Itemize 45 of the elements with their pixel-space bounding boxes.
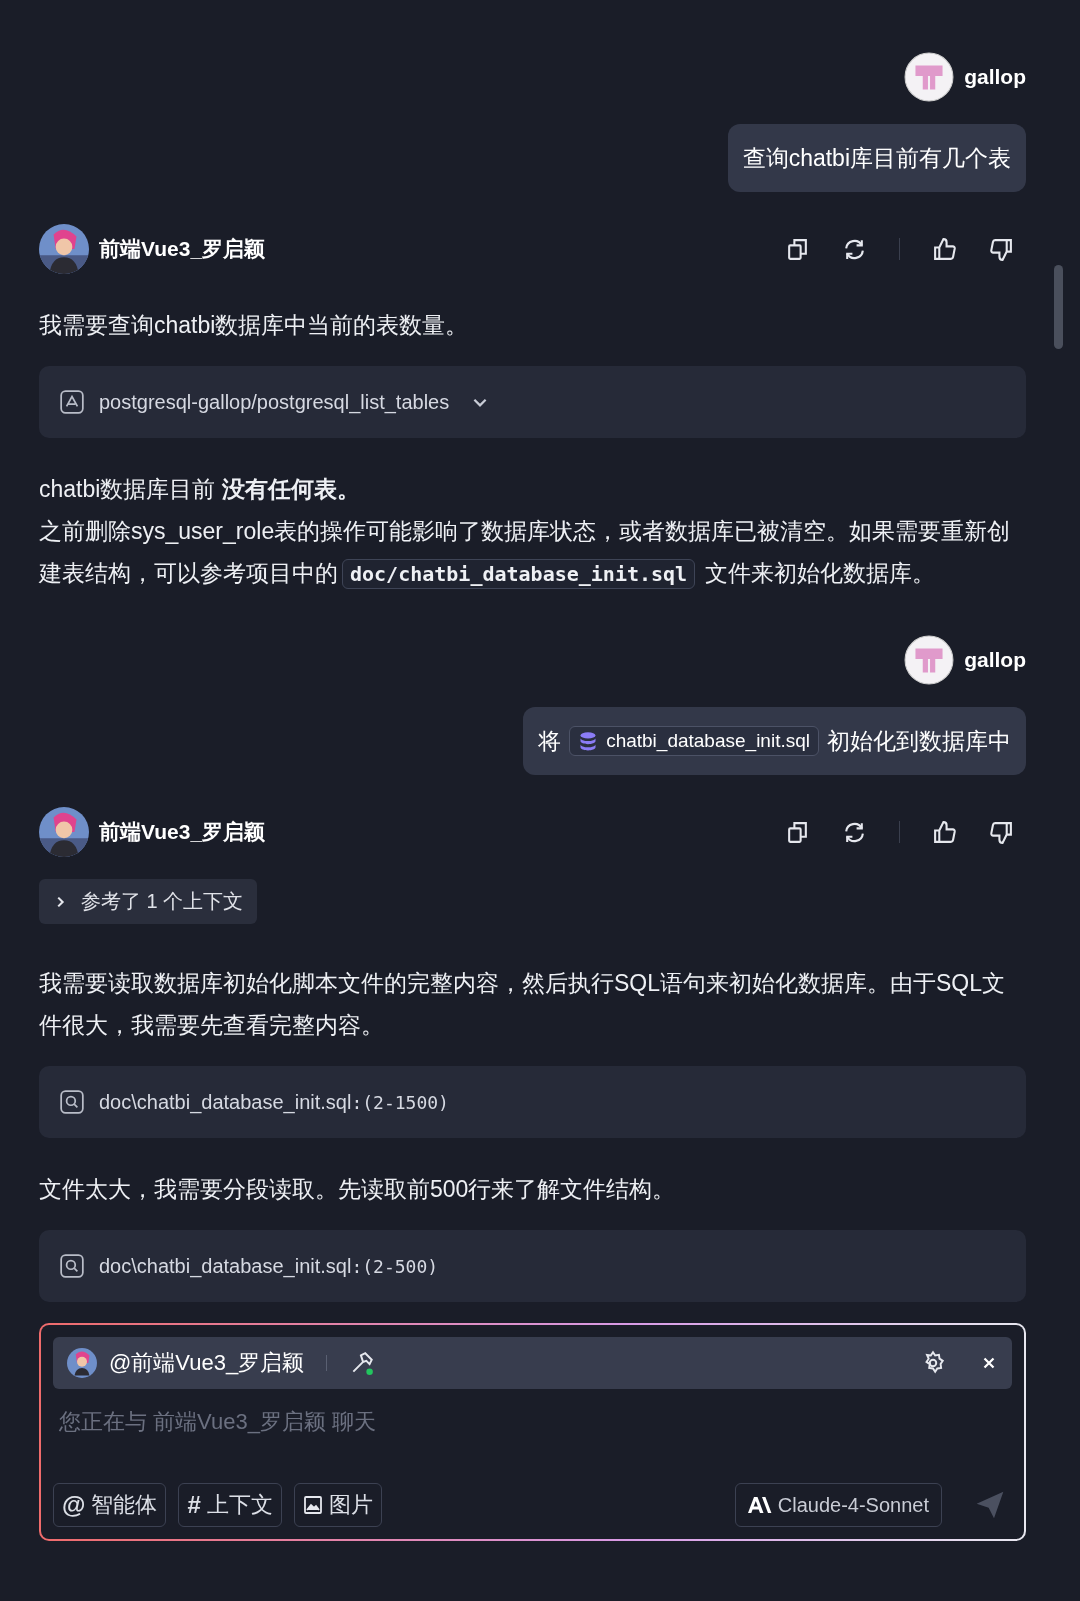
message-text: 将 [538,726,562,756]
copy-icon[interactable] [785,819,810,845]
tool-call-text: postgresql-gallop/postgresql_list_tables [99,390,450,414]
thumbs-up-icon[interactable] [932,236,957,262]
avatar-icon [39,224,89,274]
avatar-icon [39,807,89,857]
image-icon [302,1495,323,1515]
toolbar-button[interactable]: @ 智能体 [53,1483,167,1527]
avatar-icon [67,1348,97,1378]
tool-call-card[interactable]: doc\chatbi_database_init.sql:(2-500) [39,1230,1026,1302]
toolbar-button[interactable]: 图片 [293,1483,382,1527]
database-icon [578,731,599,751]
tool-call-text: doc\chatbi_database_init.sql:(2-500) [99,1254,439,1278]
tool-call-card[interactable]: doc\chatbi_database_init.sql:(2-1500) [39,1066,1026,1138]
thumbs-up-icon[interactable] [932,819,957,845]
user-name: gallop [964,648,1026,672]
avatar-icon [904,635,955,685]
avatar-icon [904,52,955,102]
toolbar-button[interactable]: # 上下文 [178,1483,282,1527]
message-text: 我需要查询chatbi数据库中当前的表数量。 [39,311,470,340]
assistant-name: 前端Vue3_罗启颖 [99,819,266,845]
inline-code: doc/chatbi_database_init.sql [342,559,696,589]
file-chip[interactable]: chatbi_database_init.sql [569,726,819,756]
search-icon [59,1253,85,1279]
message-text: 初始化到数据库中 [827,726,1011,756]
tool-icon [59,389,85,415]
model-selector[interactable]: Claude-4-Sonnet [734,1483,942,1527]
message-text: 之前删除sys_user_role表的操作可能影响了数据库状态，或者数据库已被清空。如果需要重新创建表结构，可以参考项目中的 doc/chatbi_database_init.sql 文件来初始化数据库。 [39,510,1026,595]
user-name: gallop [964,65,1026,89]
message-text: 查询chatbi库目前有几个表 [742,143,1011,173]
copy-icon[interactable] [785,236,810,262]
tool-call-card[interactable]: postgresql-gallop/postgresql_list_tables [39,366,1026,438]
message-input[interactable]: 您正在与 前端Vue3_罗启颖 聊天 [53,1401,1012,1475]
assistant-name: 前端Vue3_罗启颖 [99,236,266,262]
thumbs-down-icon[interactable] [989,819,1014,845]
search-icon [59,1089,85,1115]
tool-call-text: doc\chatbi_database_init.sql:(2-1500) [99,1090,449,1114]
message-text: 我需要读取数据库初始化脚本文件的完整内容，然后执行SQL语句来初始化数据库。由于SQL文件很大，我需要先查看完整内容。 [39,969,1007,1040]
thumbs-down-icon[interactable] [989,236,1014,262]
model-logo-icon [747,1495,772,1515]
context-toggle[interactable]: 参考了 1 个上下文 [39,879,258,924]
message-text: 文件太大，我需要分段读取。先读取前500行来了解文件结构。 [39,1175,677,1204]
scrollbar[interactable] [1054,265,1063,349]
agent-mention: @前端Vue3_罗启颖 [109,1349,305,1377]
message-text: chatbi数据库目前 没有任何表。 [39,475,361,504]
